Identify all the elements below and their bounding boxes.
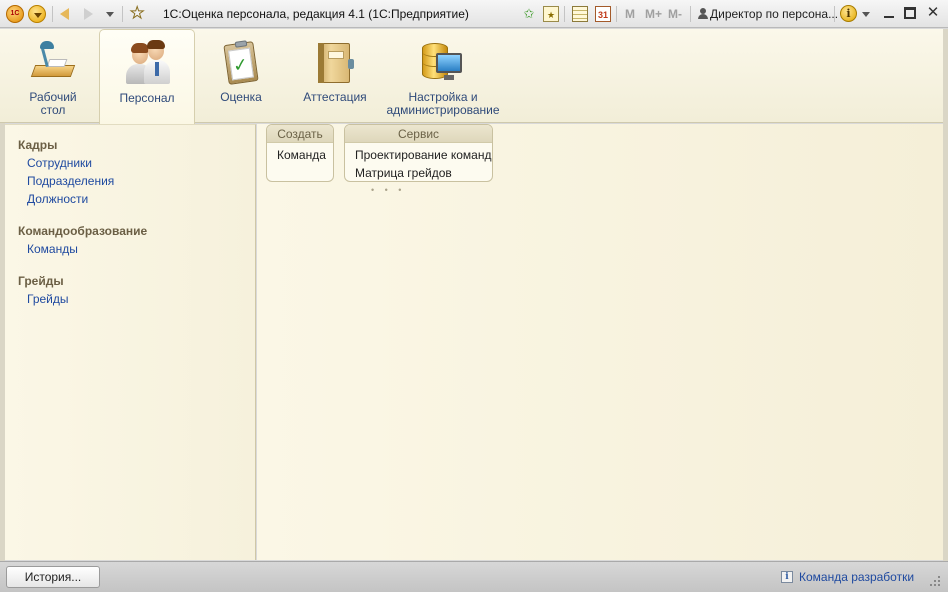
folder-icon [312,39,358,85]
create-team-command[interactable]: Команда [277,148,326,162]
panel-resize-handle[interactable]: • • • [371,185,405,195]
section-label: Аттестация [303,90,367,104]
grade-matrix-command[interactable]: Матрица грейдов [355,166,452,180]
info-icon[interactable]: i [840,5,857,22]
nav-link-teams[interactable]: Команды [27,242,78,256]
navigation-panel: Кадры Сотрудники Подразделения Должности… [5,124,256,560]
history-button[interactable]: История... [6,566,100,588]
section-settings[interactable]: Настройка и администрирование [384,29,502,123]
history-dropdown-icon[interactable] [106,12,114,17]
nav-group-title-grades: Грейды [18,274,64,288]
memory-plus-button[interactable]: M+ [645,7,662,21]
minimize-button[interactable] [882,6,896,20]
calendar-icon[interactable]: 31 [595,6,611,22]
section-attestation[interactable]: Аттестация [292,29,378,123]
favorites-star-icon[interactable]: ★ [129,4,144,24]
window-title: 1С:Оценка персонала, редакция 4.1 (1С:Пр… [163,7,469,21]
nav-group-title-teambuilding: Командообразование [18,224,148,238]
service-panel-title: Сервис [345,125,492,143]
toolbar-separator [690,6,691,22]
toolbar-separator [122,6,123,22]
team-design-command[interactable]: Проектирование команд [355,148,491,162]
calculator-icon[interactable] [572,6,588,22]
database-monitor-icon [418,39,464,85]
maximize-button[interactable] [904,7,916,19]
nav-link-departments[interactable]: Подразделения [27,174,114,188]
toolbar-separator [616,6,617,22]
main-content [257,124,943,560]
info-small-icon: i [781,571,793,583]
back-arrow-icon[interactable] [60,8,69,20]
close-button[interactable]: ✕ [926,5,940,20]
main-menu-button[interactable] [28,5,46,23]
nav-link-grades[interactable]: Грейды [27,292,69,306]
add-favorite-icon[interactable]: ✩ [521,6,537,22]
favorites-list-icon[interactable]: ★ [543,6,559,22]
memory-minus-button[interactable]: M- [668,7,682,21]
toolbar-separator [834,6,835,22]
title-bar: 1С ★ 1С:Оценка персонала, редакция 4.1 (… [0,0,948,28]
section-assessment[interactable]: ✓ Оценка [198,29,284,123]
status-bar: История... i Команда разработки [0,561,948,592]
section-label: Настройка и администрирование [386,90,500,117]
people-icon [124,40,170,86]
info-dropdown-icon[interactable] [862,12,870,17]
toolbar-separator [564,6,565,22]
memory-m-button[interactable]: M [625,7,635,21]
forward-arrow-icon[interactable] [84,8,93,20]
section-label: Рабочий стол [29,90,77,117]
current-user[interactable]: Директор по персона... [710,7,838,21]
window-edge [943,29,948,562]
resize-grip-icon[interactable] [930,576,942,588]
desktop-lamp-icon [30,39,76,85]
section-desktop[interactable]: Рабочий стол [8,29,98,123]
section-personnel[interactable]: Персонал [99,29,195,125]
clipboard-check-icon: ✓ [218,39,264,85]
section-label: Оценка [220,90,262,104]
toolbar-separator [52,6,53,22]
section-label: Персонал [119,91,175,105]
developer-team-link[interactable]: Команда разработки [799,570,914,584]
nav-link-employees[interactable]: Сотрудники [27,156,92,170]
nav-group-title-cadres: Кадры [18,138,58,152]
user-icon [698,8,708,19]
app-logo-icon[interactable]: 1С [6,5,24,23]
create-panel-title: Создать [267,125,333,143]
sections-panel: Рабочий стол Персонал ✓ Оценка Аттестаци… [0,29,948,125]
service-panel: Сервис Проектирование команд Матрица гре… [344,124,493,182]
nav-link-positions[interactable]: Должности [27,192,88,206]
create-panel: Создать Команда [266,124,334,182]
